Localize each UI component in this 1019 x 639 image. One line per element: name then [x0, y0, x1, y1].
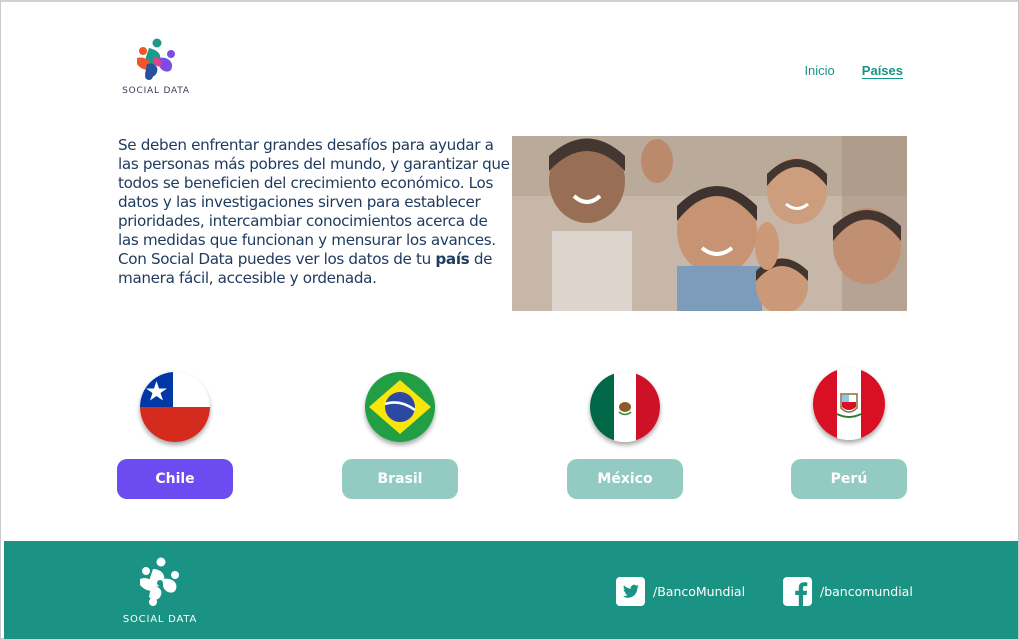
chile-flag-icon[interactable]: [140, 372, 210, 442]
footer-brand-name: SOCIAL DATA: [122, 614, 198, 625]
nav-link-paises[interactable]: Países: [861, 63, 903, 79]
brand-logo[interactable]: SOCIAL DATA: [119, 38, 193, 100]
intro-highlight: país: [435, 250, 470, 268]
hero-photo: [512, 136, 907, 311]
footer-brand-logo[interactable]: SOCIAL DATA: [120, 557, 200, 629]
facebook-icon: [783, 577, 812, 606]
footer-logo-icon: [140, 557, 179, 606]
facebook-handle: /bancomundial: [820, 584, 913, 599]
brand-logo-icon: [137, 38, 175, 80]
country-button-chile[interactable]: Chile: [117, 459, 233, 499]
intro-paragraph: Se deben enfrentar grandes desafíos para…: [118, 136, 510, 288]
brand-name: SOCIAL DATA: [122, 86, 190, 96]
nav-link-inicio[interactable]: Inicio: [804, 63, 834, 79]
peru-flag-icon[interactable]: [813, 368, 885, 440]
country-button-brasil[interactable]: Brasil: [342, 459, 458, 499]
brazil-flag-icon[interactable]: [365, 372, 435, 442]
intro-text: Se deben enfrentar grandes desafíos para…: [118, 136, 510, 268]
main-nav: Inicio Países: [804, 63, 903, 79]
children-photo-image: [512, 136, 907, 311]
twitter-link[interactable]: /BancoMundial: [616, 577, 745, 606]
country-button-mexico[interactable]: México: [567, 459, 683, 499]
mexico-flag-icon[interactable]: [590, 372, 660, 442]
page-frame: SOCIAL DATA Inicio Países Se deben enfre…: [0, 0, 1019, 639]
facebook-link[interactable]: /bancomundial: [783, 577, 913, 606]
country-button-peru[interactable]: Perú: [791, 459, 907, 499]
twitter-icon: [616, 577, 645, 606]
twitter-handle: /BancoMundial: [653, 584, 746, 599]
footer: SOCIAL DATA /BancoMundial /bancomundial: [4, 541, 1018, 639]
